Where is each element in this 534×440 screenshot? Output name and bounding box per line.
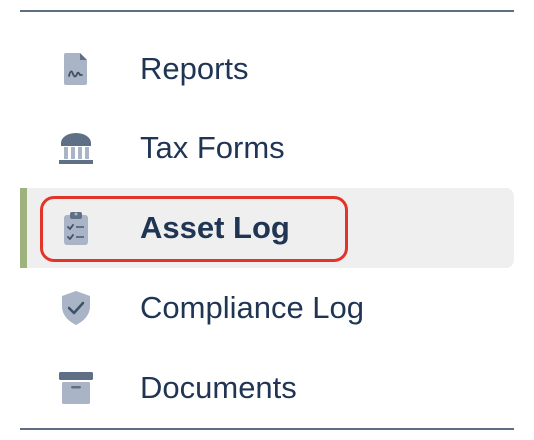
clipboard-checklist-icon bbox=[56, 208, 96, 248]
nav-item-compliance-log[interactable]: Compliance Log bbox=[20, 268, 514, 348]
nav-item-label: Asset Log bbox=[140, 210, 290, 245]
report-document-icon bbox=[56, 49, 96, 89]
shield-check-icon bbox=[56, 288, 96, 328]
nav-item-label: Compliance Log bbox=[140, 290, 365, 325]
archive-box-icon bbox=[56, 368, 96, 408]
sidebar-nav: Reports Tax Forms Asset Log Compliance L… bbox=[0, 0, 534, 440]
nav-item-reports[interactable]: Reports bbox=[20, 29, 514, 109]
nav-item-label: Reports bbox=[140, 51, 249, 86]
nav-item-label: Documents bbox=[140, 370, 297, 405]
bank-building-icon bbox=[56, 128, 96, 168]
active-indicator bbox=[20, 188, 27, 268]
nav-item-documents[interactable]: Documents bbox=[20, 348, 514, 428]
nav-item-asset-log[interactable]: Asset Log bbox=[20, 188, 514, 268]
bottom-divider bbox=[20, 428, 514, 430]
nav-item-label: Tax Forms bbox=[140, 130, 285, 165]
nav-item-tax-forms[interactable]: Tax Forms bbox=[20, 108, 514, 188]
